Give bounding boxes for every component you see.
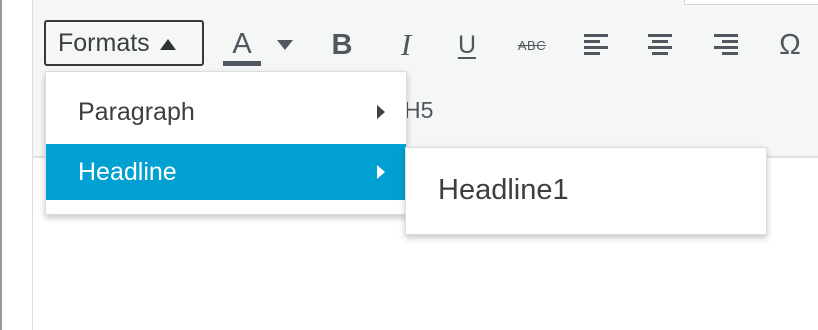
italic-button[interactable]: I (390, 20, 422, 70)
formats-menu: Paragraph Headline (45, 71, 407, 215)
align-center-icon (648, 34, 672, 55)
editor-window: Formats A B I U ABC Ω H5 Paragraph Headl… (0, 0, 818, 330)
window-border (0, 0, 2, 330)
partially-hidden-format-label: H5 (404, 97, 434, 123)
align-right-button[interactable] (710, 20, 742, 70)
caret-down-icon (277, 40, 293, 50)
underline-icon: U (457, 30, 477, 59)
bold-button[interactable]: B (326, 20, 358, 70)
font-color-swatch (223, 61, 261, 66)
menu-item-paragraph[interactable]: Paragraph (46, 84, 406, 140)
menu-item-headline[interactable]: Headline (46, 144, 406, 200)
font-color-button[interactable]: A (222, 20, 262, 70)
formats-label: Formats (58, 28, 150, 57)
align-center-button[interactable] (644, 20, 676, 70)
underline-button[interactable]: U (451, 20, 483, 70)
bold-icon: B (331, 28, 353, 61)
menu-item-label: Headline (78, 157, 177, 186)
menu-item-label: Paragraph (78, 97, 195, 126)
strikethrough-icon: ABC (517, 37, 547, 53)
headline-submenu: Headline1 (405, 147, 767, 235)
font-color-icon: A (232, 28, 252, 60)
special-character-button[interactable]: Ω (772, 20, 808, 70)
special-character-icon: Ω (779, 28, 801, 61)
align-left-button[interactable] (580, 20, 612, 70)
caret-up-icon (159, 38, 176, 50)
formats-dropdown-button[interactable]: Formats (44, 20, 204, 66)
editor-tab-edge (684, 0, 818, 5)
italic-icon: I (400, 27, 412, 62)
submenu-item-headline1[interactable]: Headline1 (406, 162, 766, 218)
chevron-right-icon (377, 105, 385, 119)
align-left-icon (584, 34, 608, 55)
submenu-item-label: Headline1 (438, 173, 569, 206)
font-color-dropdown-button[interactable] (272, 20, 298, 70)
strikethrough-button[interactable]: ABC (511, 20, 553, 70)
chevron-right-icon (377, 165, 385, 179)
align-right-icon (714, 34, 738, 55)
